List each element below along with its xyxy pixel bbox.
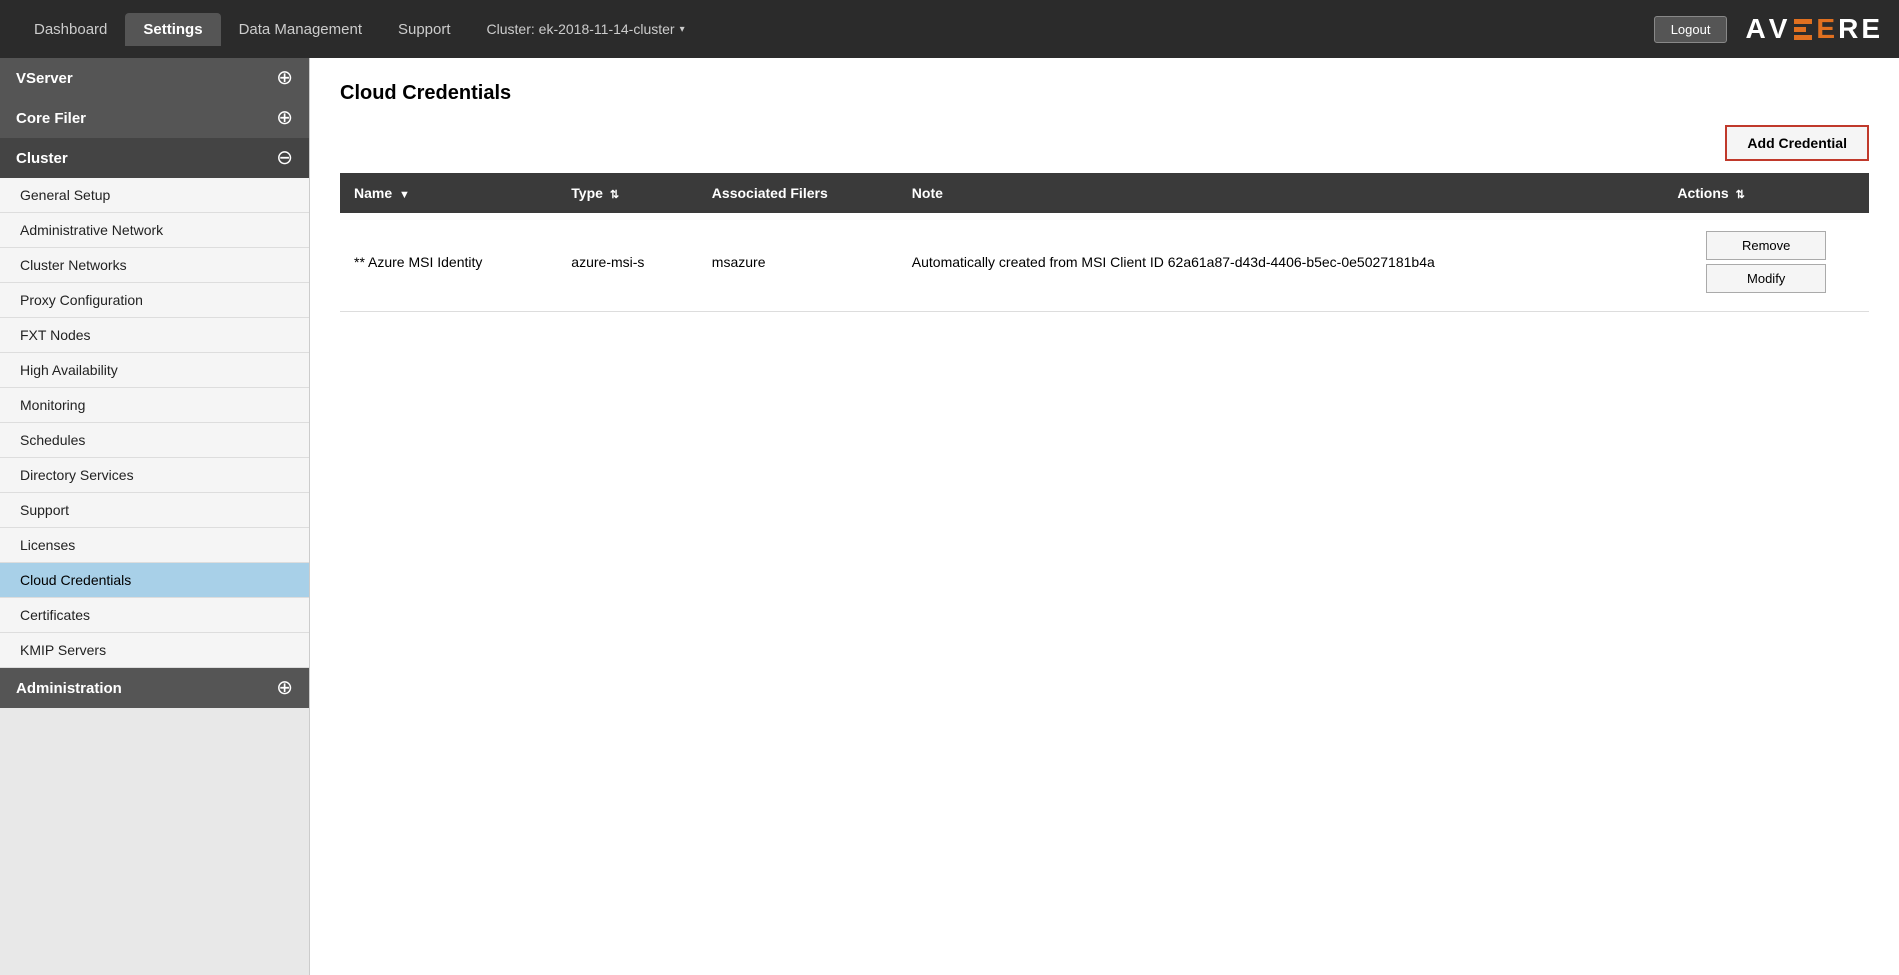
logo-r: R [1838,13,1861,45]
sidebar-item-certificates[interactable]: Certificates [0,598,309,633]
content-area: Cloud Credentials Add Credential Name ▼ … [310,58,1899,975]
col-header-associated-filers: Associated Filers [698,173,898,213]
logo-v: V [1769,13,1791,45]
main-layout: VServer ⊕ Core Filer ⊕ Cluster ⊖ General… [0,58,1899,975]
sidebar-item-directory-services[interactable]: Directory Services [0,458,309,493]
topbar: Dashboard Settings Data Management Suppo… [0,0,1899,58]
add-credential-button[interactable]: Add Credential [1725,125,1869,161]
sidebar-item-cluster-networks[interactable]: Cluster Networks [0,248,309,283]
sidebar-section-corefiler-label: Core Filer [16,110,86,127]
cluster-collapse-icon: ⊖ [276,148,293,168]
remove-button[interactable]: Remove [1706,231,1826,260]
cell-type: azure-msi-s [557,213,698,312]
logout-button[interactable]: Logout [1654,16,1728,43]
table-row: ** Azure MSI Identity azure-msi-s msazur… [340,213,1869,312]
sidebar-section-cluster-label: Cluster [16,150,68,167]
cluster-selector[interactable]: Cluster: ek-2018-11-14-cluster ▾ [487,21,685,37]
cluster-dropdown-arrow: ▾ [680,24,685,35]
credentials-table: Name ▼ Type ⇅ Associated Filers Note Act [340,173,1869,312]
logo-a: A [1745,13,1768,45]
logo-bars [1794,19,1812,40]
tab-dashboard[interactable]: Dashboard [16,13,125,46]
sidebar-item-proxy-configuration[interactable]: Proxy Configuration [0,283,309,318]
sidebar-item-kmip-servers[interactable]: KMIP Servers [0,633,309,668]
name-sort-icon: ▼ [399,189,410,201]
cluster-label-text: Cluster: ek-2018-11-14-cluster [487,21,675,37]
sidebar-item-cloud-credentials[interactable]: Cloud Credentials [0,563,309,598]
administration-expand-icon: ⊕ [276,678,293,698]
avere-logo: A V E R E [1745,13,1883,45]
sidebar-item-monitoring[interactable]: Monitoring [0,388,309,423]
col-header-note: Note [898,173,1664,213]
table-header-row: Name ▼ Type ⇅ Associated Filers Note Act [340,173,1869,213]
col-header-name[interactable]: Name ▼ [340,173,557,213]
sidebar-item-high-availability[interactable]: High Availability [0,353,309,388]
logo-e: E [1816,13,1838,45]
logo-e2: E [1861,13,1883,45]
col-header-type[interactable]: Type ⇅ [557,173,698,213]
sidebar-section-vserver-label: VServer [16,70,73,87]
sidebar-section-cluster[interactable]: Cluster ⊖ [0,138,309,178]
add-credential-row: Add Credential [340,125,1869,161]
sidebar-item-fxt-nodes[interactable]: FXT Nodes [0,318,309,353]
sidebar-item-schedules[interactable]: Schedules [0,423,309,458]
cell-name: ** Azure MSI Identity [340,213,557,312]
sidebar-section-corefiler[interactable]: Core Filer ⊕ [0,98,309,138]
sidebar-section-vserver[interactable]: VServer ⊕ [0,58,309,98]
type-sort-icon: ⇅ [610,189,619,201]
tab-settings[interactable]: Settings [125,13,220,46]
sidebar-item-support[interactable]: Support [0,493,309,528]
modify-button[interactable]: Modify [1706,264,1826,293]
nav-tabs: Dashboard Settings Data Management Suppo… [16,13,685,46]
topbar-right: Logout A V E R E [1654,13,1883,45]
corefiler-expand-icon: ⊕ [276,108,293,128]
sidebar-item-administrative-network[interactable]: Administrative Network [0,213,309,248]
cell-associated-filers: msazure [698,213,898,312]
cell-actions: Remove Modify [1663,213,1869,312]
sidebar-section-administration[interactable]: Administration ⊕ [0,668,309,708]
cell-note: Automatically created from MSI Client ID… [898,213,1664,312]
page-title: Cloud Credentials [340,82,1869,105]
sidebar: VServer ⊕ Core Filer ⊕ Cluster ⊖ General… [0,58,310,975]
vserver-expand-icon: ⊕ [276,68,293,88]
tab-data-management[interactable]: Data Management [221,13,380,46]
actions-sort-icon: ⇅ [1736,189,1745,201]
sidebar-item-licenses[interactable]: Licenses [0,528,309,563]
sidebar-section-administration-label: Administration [16,680,122,697]
sidebar-item-general-setup[interactable]: General Setup [0,178,309,213]
col-header-actions[interactable]: Actions ⇅ [1663,173,1869,213]
tab-support[interactable]: Support [380,13,469,46]
